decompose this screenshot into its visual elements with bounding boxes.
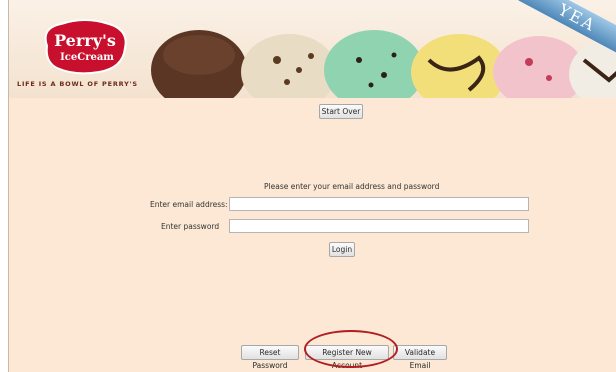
validate-email-button[interactable]: Validate Email (393, 345, 447, 370)
brand-line2: IceCream (60, 52, 114, 63)
tagline: LIFE IS A BOWL OF PERRY'S (17, 80, 138, 88)
email-label: Enter email address: (150, 200, 228, 209)
login-button[interactable]: Login (329, 242, 355, 257)
start-over-button[interactable]: Start Over (319, 104, 363, 119)
password-input[interactable] (229, 219, 529, 233)
header-banner: Perry's IceCream LIFE IS A BOWL OF PERRY… (9, 0, 616, 98)
password-label: Enter password (161, 222, 220, 231)
brand-line1: Perry's (54, 31, 116, 50)
perrys-logo: Perry's IceCream (44, 19, 127, 75)
highlight-circle (304, 330, 398, 368)
email-input[interactable] (229, 197, 529, 211)
reset-password-button[interactable]: Reset Password (241, 345, 299, 370)
login-prompt: Please enter your email address and pass… (264, 182, 440, 191)
app-frame: Perry's IceCream LIFE IS A BOWL OF PERRY… (8, 0, 616, 372)
